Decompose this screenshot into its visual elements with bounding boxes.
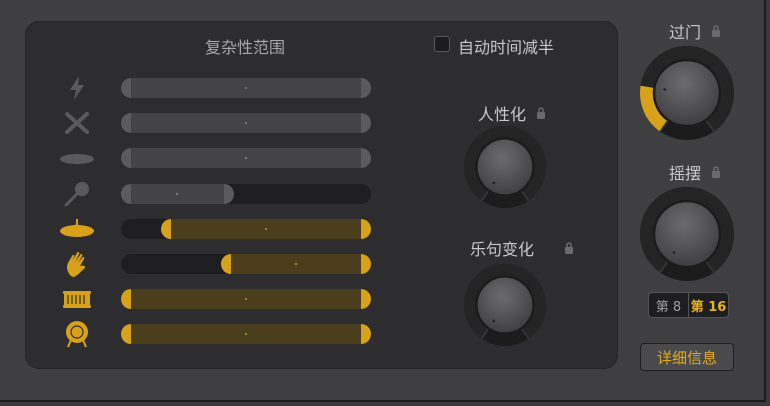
lightning-icon xyxy=(57,75,97,101)
range-high-handle[interactable] xyxy=(361,324,371,345)
gate-label-group: 过门 xyxy=(669,19,721,43)
complexity-range-fill[interactable] xyxy=(121,324,371,345)
range-high-handle[interactable] xyxy=(361,289,371,310)
cymbal-icon xyxy=(57,145,97,171)
range-center-dot xyxy=(176,192,179,195)
complexity-range-fill[interactable] xyxy=(161,218,371,239)
half-time-label: 自动时间减半 xyxy=(458,38,555,57)
complexity-range-fill[interactable] xyxy=(121,113,371,134)
lock-icon[interactable] xyxy=(536,107,546,119)
range-low-handle[interactable] xyxy=(121,78,131,98)
complexity-range-slider[interactable] xyxy=(121,78,371,98)
complexity-range-slider[interactable] xyxy=(121,113,371,134)
kick-drum-icon xyxy=(57,321,97,348)
ride-cymbal-icon xyxy=(57,216,97,242)
swing-8th-option[interactable]: 第 8 xyxy=(649,293,689,317)
range-high-handle[interactable] xyxy=(223,183,234,204)
range-center-dot xyxy=(295,263,297,265)
range-low-handle[interactable] xyxy=(121,113,131,134)
range-low-handle[interactable] xyxy=(121,148,131,169)
details-button[interactable]: 详细信息 xyxy=(640,343,734,371)
complexity-range-slider[interactable] xyxy=(121,254,371,274)
range-center-dot xyxy=(245,87,247,89)
lock-icon[interactable] xyxy=(711,25,721,37)
humanize-label: 人性化 xyxy=(478,105,527,124)
complexity-range-fill[interactable] xyxy=(121,289,371,310)
gate-label: 过门 xyxy=(669,23,702,42)
lock-icon[interactable] xyxy=(564,242,574,254)
complexity-range-fill[interactable] xyxy=(221,254,371,274)
fills-label: 乐句变化 xyxy=(470,240,535,259)
half-time-checkbox[interactable] xyxy=(434,36,450,52)
complexity-range-slider[interactable] xyxy=(121,218,371,239)
fills-label-group: 乐句变化 xyxy=(470,236,574,260)
complexity-range-fill[interactable] xyxy=(121,183,234,204)
hand-clap-icon xyxy=(57,251,97,277)
fills-knob[interactable] xyxy=(462,262,548,348)
gate-knob[interactable] xyxy=(638,44,736,142)
range-high-handle[interactable] xyxy=(361,78,371,98)
snare-drum-icon xyxy=(57,286,97,312)
range-high-handle[interactable] xyxy=(361,254,371,274)
complexity-range-slider[interactable] xyxy=(121,183,371,204)
swing-16th-option[interactable]: 第 16 xyxy=(689,293,728,317)
humanize-knob[interactable] xyxy=(462,124,548,210)
drumsticks-icon xyxy=(57,110,97,136)
shaker-icon xyxy=(57,181,97,207)
complexity-title: 复杂性范围 xyxy=(205,38,286,57)
range-low-handle[interactable] xyxy=(161,218,171,239)
humanize-label-group: 人性化 xyxy=(478,101,546,125)
lock-icon[interactable] xyxy=(711,166,721,178)
complexity-range-fill[interactable] xyxy=(121,78,371,98)
range-center-dot xyxy=(265,227,267,230)
range-high-handle[interactable] xyxy=(361,148,371,169)
swing-label-group: 摇摆 xyxy=(669,160,721,184)
complexity-range-slider[interactable] xyxy=(121,289,371,310)
range-low-handle[interactable] xyxy=(121,289,131,310)
range-high-handle[interactable] xyxy=(361,218,371,239)
range-low-handle[interactable] xyxy=(221,254,231,274)
swing-resolution-toggle: 第 8 第 16 xyxy=(648,292,729,318)
range-high-handle[interactable] xyxy=(361,113,371,134)
range-low-handle[interactable] xyxy=(121,324,131,345)
complexity-range-slider[interactable] xyxy=(121,148,371,169)
complexity-range-slider[interactable] xyxy=(121,324,371,345)
range-low-handle[interactable] xyxy=(121,183,131,204)
swing-label: 摇摆 xyxy=(669,164,702,183)
complexity-range-fill[interactable] xyxy=(121,148,371,169)
swing-knob[interactable] xyxy=(638,185,736,283)
